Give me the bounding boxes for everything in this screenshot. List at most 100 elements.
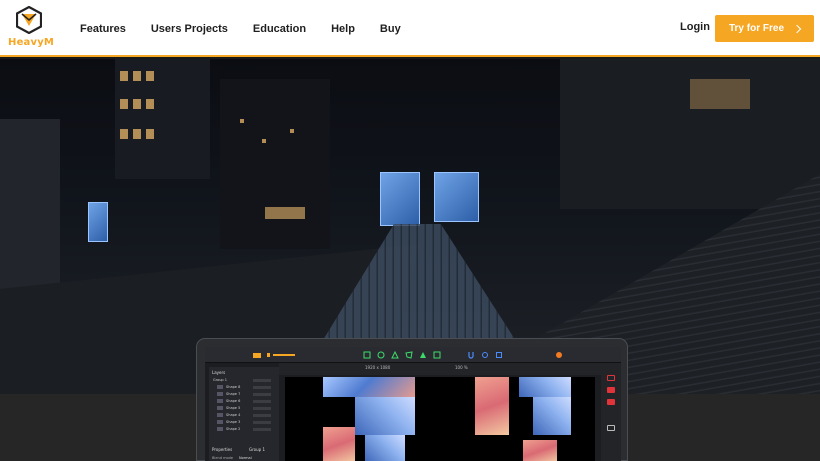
shape-tile[interactable] — [533, 397, 571, 435]
media-icon[interactable] — [607, 399, 615, 405]
layer-controls[interactable] — [253, 427, 271, 431]
layer-controls[interactable] — [253, 413, 271, 417]
nav-item-features[interactable]: Features — [80, 23, 126, 35]
nav-item-buy[interactable]: Buy — [380, 23, 401, 35]
brand-name: HeavyM — [8, 37, 55, 48]
properties-group: Group 1 — [249, 447, 265, 452]
app-preview: 1920 x 1080 100 % Layers Group 1 Shape 8… — [205, 347, 621, 461]
window-light — [240, 119, 244, 123]
record-icon[interactable] — [607, 387, 615, 393]
layer-row[interactable]: Shape 6 — [213, 398, 275, 404]
link-icon[interactable] — [481, 351, 489, 359]
layer-row[interactable]: Shape 8 — [213, 384, 275, 390]
shape-tile[interactable] — [523, 440, 557, 461]
window-light — [690, 79, 750, 109]
shape-tile[interactable] — [355, 397, 415, 435]
canvas-subbar — [279, 363, 621, 375]
window-light — [133, 129, 141, 139]
try-for-free-button[interactable]: Try for Free — [715, 15, 814, 42]
window-light — [120, 71, 128, 81]
projection-screen — [380, 172, 420, 226]
layer-row[interactable]: Shape 5 — [213, 405, 275, 411]
nav-item-help[interactable]: Help — [331, 23, 355, 35]
layer-label: Group 1 — [213, 378, 227, 382]
shape-tile[interactable] — [323, 377, 415, 397]
layer-controls[interactable] — [253, 399, 271, 403]
output-icon[interactable] — [607, 375, 615, 381]
audio-icon — [267, 353, 270, 357]
layers-panel-title: Layers — [212, 370, 226, 375]
blend-mode-label: Blend mode — [212, 456, 234, 460]
zoom-readout[interactable]: 100 % — [455, 365, 468, 370]
grid-tool-icon[interactable] — [433, 351, 441, 359]
layer-thumbnail — [217, 399, 223, 403]
layer-label: Shape 7 — [226, 392, 241, 396]
window-light — [120, 129, 128, 139]
app-toolbar — [205, 347, 621, 363]
projector-icon — [253, 353, 261, 358]
projection-canvas[interactable] — [285, 377, 595, 461]
window-light — [290, 129, 294, 133]
heavym-logo-icon — [16, 6, 42, 34]
try-for-free-label: Try for Free — [728, 23, 785, 34]
site-header: HeavyM Features Users Projects Education… — [0, 0, 820, 57]
layer-label: Shape 5 — [226, 406, 241, 410]
laptop-mockup: 1920 x 1080 100 % Layers Group 1 Shape 8… — [196, 338, 628, 461]
layer-label: Shape 3 — [226, 420, 241, 424]
add-sequence-icon[interactable] — [607, 425, 615, 431]
shape-tile[interactable] — [475, 377, 509, 435]
window-light — [120, 99, 128, 109]
layer-label: Shape 2 — [226, 427, 241, 431]
login-link[interactable]: Login — [680, 21, 710, 33]
layer-thumbnail — [217, 427, 223, 431]
window-light — [146, 129, 154, 139]
shape-tile[interactable] — [365, 435, 405, 461]
volume-slider[interactable] — [273, 354, 295, 356]
polygon-tool-icon[interactable] — [405, 351, 413, 359]
layer-controls[interactable] — [253, 406, 271, 410]
layer-controls[interactable] — [253, 392, 271, 396]
layer-row[interactable]: Shape 4 — [213, 412, 275, 418]
window-light — [262, 139, 266, 143]
main-nav: Features Users Projects Education Help B… — [80, 0, 426, 57]
layer-label: Shape 4 — [226, 413, 241, 417]
resolution-readout[interactable]: 1920 x 1080 — [365, 365, 390, 370]
layer-row[interactable]: Shape 7 — [213, 391, 275, 397]
storefront-light — [265, 207, 305, 219]
brand-logo[interactable]: HeavyM — [8, 6, 55, 50]
layer-thumbnail — [217, 385, 223, 389]
nav-item-education[interactable]: Education — [253, 23, 306, 35]
layer-row[interactable]: Shape 2 — [213, 426, 275, 432]
layer-thumbnail — [217, 406, 223, 410]
triangle-tool-icon[interactable] — [391, 351, 399, 359]
window-light — [146, 99, 154, 109]
building — [220, 79, 330, 249]
layer-controls[interactable] — [253, 385, 271, 389]
layer-thumbnail — [217, 420, 223, 424]
window-light — [133, 71, 141, 81]
lit-sign — [88, 202, 108, 242]
magnet-icon[interactable] — [467, 351, 475, 359]
paint-tool-icon[interactable] — [419, 351, 427, 359]
layer-label: Shape 6 — [226, 399, 241, 403]
layer-label: Shape 8 — [226, 385, 241, 389]
layers-panel: Layers Group 1 Shape 8 Shape 7 Shape 6 S… — [209, 367, 279, 461]
select-tool-icon[interactable] — [363, 351, 371, 359]
nav-item-users-projects[interactable]: Users Projects — [151, 23, 228, 35]
layer-controls[interactable] — [253, 378, 271, 382]
right-toolbar — [601, 367, 621, 461]
properties-title: Properties — [212, 447, 233, 452]
transform-icon[interactable] — [495, 351, 503, 359]
window-light — [133, 99, 141, 109]
projection-screen — [434, 172, 479, 222]
blend-mode-select[interactable]: Normal — [239, 456, 252, 460]
layer-thumbnail — [217, 413, 223, 417]
layer-row[interactable]: Shape 3 — [213, 419, 275, 425]
circle-tool-icon[interactable] — [377, 351, 385, 359]
shape-tile[interactable] — [519, 377, 571, 397]
layer-controls[interactable] — [253, 420, 271, 424]
settings-icon[interactable] — [555, 351, 563, 359]
shape-tile[interactable] — [323, 427, 355, 461]
layer-row[interactable]: Group 1 — [213, 377, 275, 383]
building — [115, 59, 210, 179]
